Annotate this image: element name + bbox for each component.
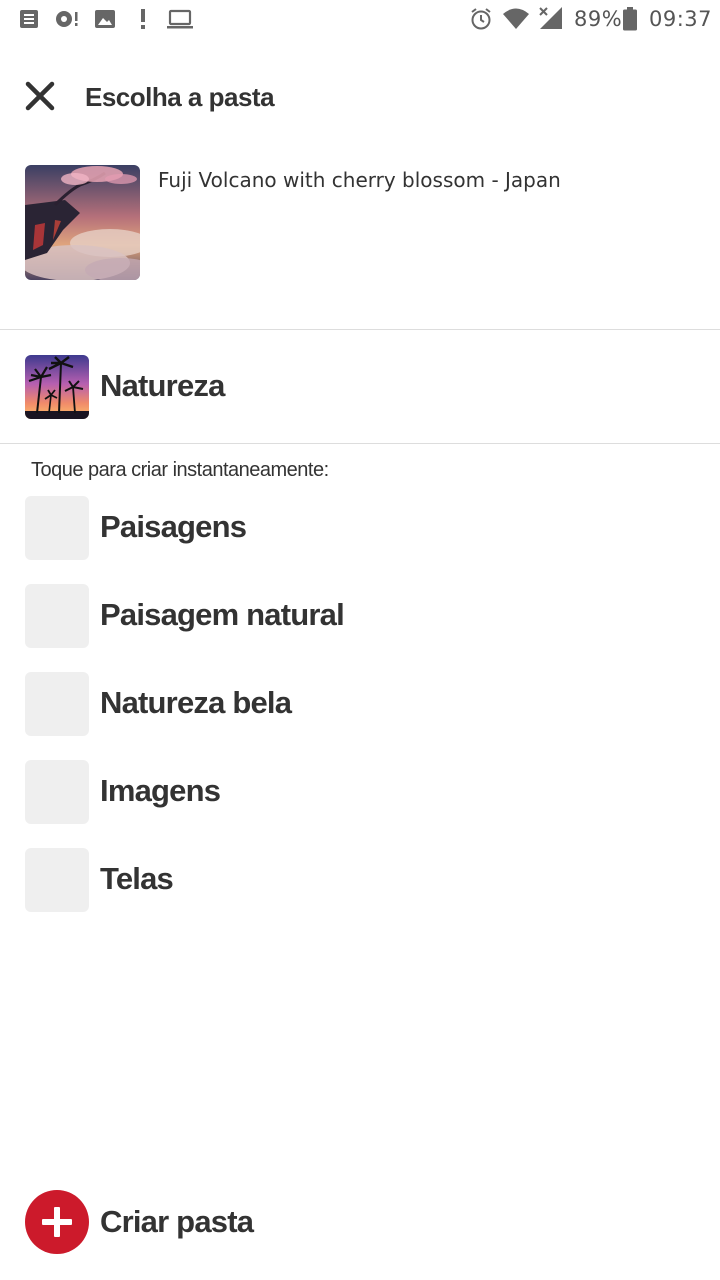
board-label: Natureza [100,368,225,403]
status-bar: 89% 09:37 [0,0,720,40]
create-board-label: Criar pasta [100,1204,254,1239]
suggestion-label: Imagens [100,773,221,808]
alarm-icon [471,8,491,30]
suggestion-label: Telas [100,861,174,896]
plus-icon [42,1207,72,1237]
page-title: Escolha a pasta [85,82,275,112]
header: Escolha a pasta [0,60,720,132]
suggestion-item[interactable]: Paisagem natural [0,576,720,656]
suggestion-item[interactable]: Paisagens [0,488,720,568]
pin-description: Fuji Volcano with cherry blossom - Japan [158,168,561,192]
board-placeholder [25,584,89,648]
suggestion-label: Paisagem natural [100,597,345,632]
board-placeholder [25,672,89,736]
close-button[interactable] [18,74,62,118]
close-icon[interactable] [18,74,62,118]
board-placeholder [25,496,89,560]
board-placeholder [25,760,89,824]
pin-thumbnail [25,165,140,280]
suggestion-label: Natureza bela [100,685,292,720]
instant-create-hint: Toque para criar instantaneamente: [31,459,329,481]
laptop-icon [167,9,193,29]
suggestion-label: Paisagens [100,509,247,544]
board-placeholder [25,848,89,912]
create-board-button[interactable]: Criar pasta [0,1184,720,1264]
battery-percent: 89% [574,7,623,31]
suggestion-item[interactable]: Imagens [0,752,720,832]
divider [0,329,720,330]
cell-signal-icon [539,7,562,29]
clock: 09:37 [649,7,713,31]
notes-icon [20,10,38,28]
divider [0,443,720,444]
battery-icon [623,7,637,31]
suggestion-item[interactable]: Telas [0,840,720,920]
board-thumbnail [25,355,89,419]
alert-icon [141,9,145,29]
board-item-natureza[interactable]: Natureza [0,347,720,427]
create-board-icon-circle[interactable] [25,1190,89,1254]
pin-preview: Fuji Volcano with cherry blossom - Japan [0,150,720,330]
sync-alert-icon [56,11,78,27]
wifi-icon [503,8,529,29]
image-icon [95,10,115,28]
suggestion-item[interactable]: Natureza bela [0,664,720,744]
